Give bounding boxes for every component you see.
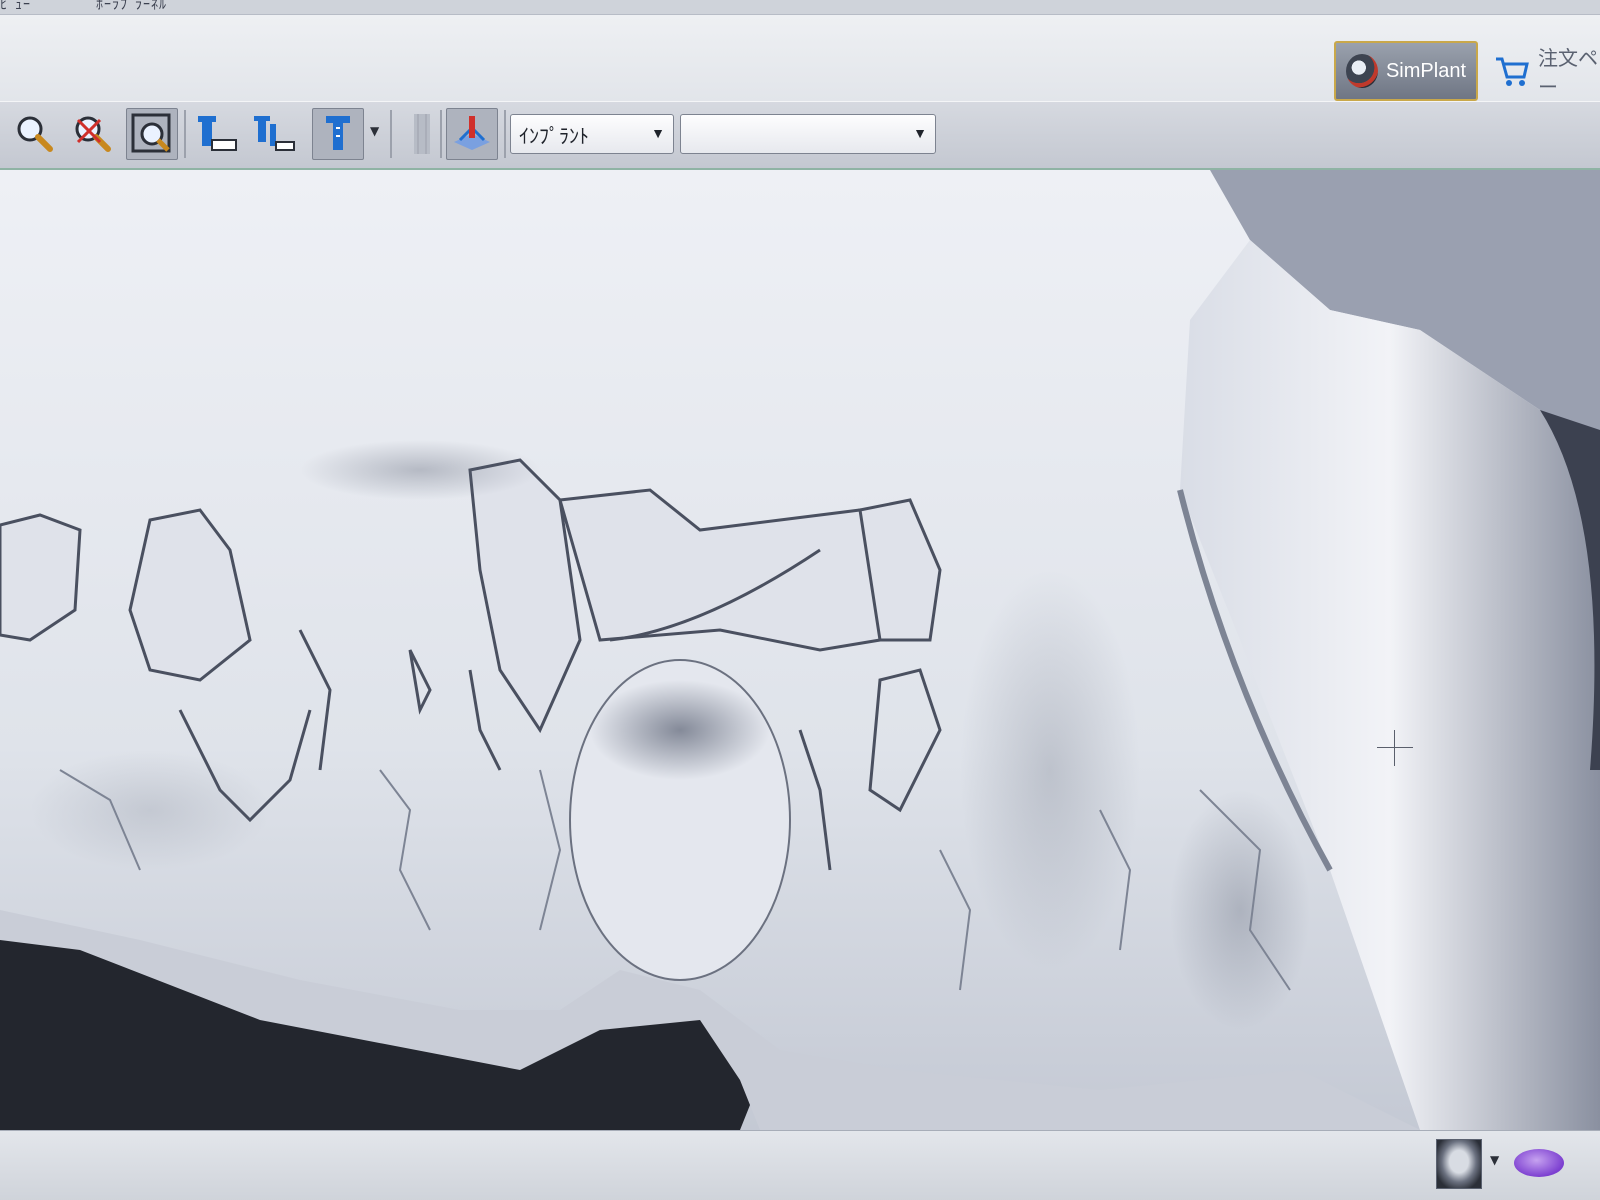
- object-item-select[interactable]: ▼: [680, 114, 936, 154]
- purple-object-icon[interactable]: [1514, 1149, 1564, 1177]
- menu-bar: ﾋﾞｭｰ ﾎｰﾗﾌﾞﾗｰﾈﾙ: [0, 0, 1600, 15]
- menu-item-view[interactable]: ﾋﾞｭｰ: [0, 0, 31, 14]
- chevron-down-icon[interactable]: ▼: [1490, 1153, 1499, 1167]
- toolbar-separator: [440, 110, 442, 158]
- implant-place-icon: [198, 116, 237, 151]
- module-tab-label: SimPlant: [1385, 59, 1466, 82]
- toolbar: ▼ ｲﾝﾌﾟﾗﾝﾄ ▼ ▼: [0, 101, 1600, 170]
- implant-tool-icon: [326, 116, 350, 150]
- toolbar-separator: [390, 110, 392, 158]
- zoom-reset-icon: [75, 116, 111, 152]
- chevron-down-icon[interactable]: ▼: [370, 124, 384, 144]
- module-tab-order[interactable]: 注文ペー: [1484, 41, 1600, 101]
- nerve-button[interactable]: [446, 108, 498, 160]
- object-type-select[interactable]: ｲﾝﾌﾟﾗﾝﾄ ▼: [510, 114, 674, 154]
- nerve-icon: [454, 116, 490, 150]
- menu-item-options[interactable]: ﾎｰﾗﾌﾞﾗｰﾈﾙ: [96, 0, 167, 14]
- skull-render-icon[interactable]: [1436, 1139, 1482, 1189]
- module-bar: SimPlant 注文ペー: [0, 15, 1600, 101]
- zoom-window-icon: [131, 113, 171, 153]
- jaw-3d-render: [0, 170, 1600, 1130]
- implant-place-button[interactable]: [192, 108, 244, 160]
- grid-icon: [414, 114, 430, 154]
- implant-align-icon: [254, 116, 295, 151]
- simplant-window: ﾋﾞｭｰ ﾎｰﾗﾌﾞﾗｰﾈﾙ SimPlant 注文ペー ▼ ｲﾝﾌﾟﾗﾝﾄ ▼…: [0, 0, 1600, 1200]
- status-bar: ▼: [0, 1130, 1600, 1200]
- implant-tool-button[interactable]: [312, 108, 364, 160]
- shopping-cart-icon: [1494, 53, 1530, 89]
- implant-align-button[interactable]: [250, 108, 302, 160]
- zoom-reset-button[interactable]: [66, 108, 118, 160]
- zoom-window-button[interactable]: [126, 108, 178, 160]
- object-type-value: ｲﾝﾌﾟﾗﾝﾄ: [519, 125, 589, 148]
- simplant-logo-icon: [1346, 54, 1378, 88]
- chevron-down-icon: ▼: [651, 125, 665, 141]
- zoom-button[interactable]: [8, 108, 60, 160]
- crosshair-cursor: [1377, 730, 1413, 766]
- toolbar-separator: [504, 110, 506, 158]
- 3d-viewport[interactable]: [0, 170, 1600, 1130]
- zoom-icon: [17, 116, 53, 152]
- toolbar-separator: [184, 110, 186, 158]
- chevron-down-icon: ▼: [913, 125, 927, 141]
- module-tab-simplant[interactable]: SimPlant: [1334, 41, 1478, 101]
- module-tab-label: 注文ペー: [1538, 48, 1598, 99]
